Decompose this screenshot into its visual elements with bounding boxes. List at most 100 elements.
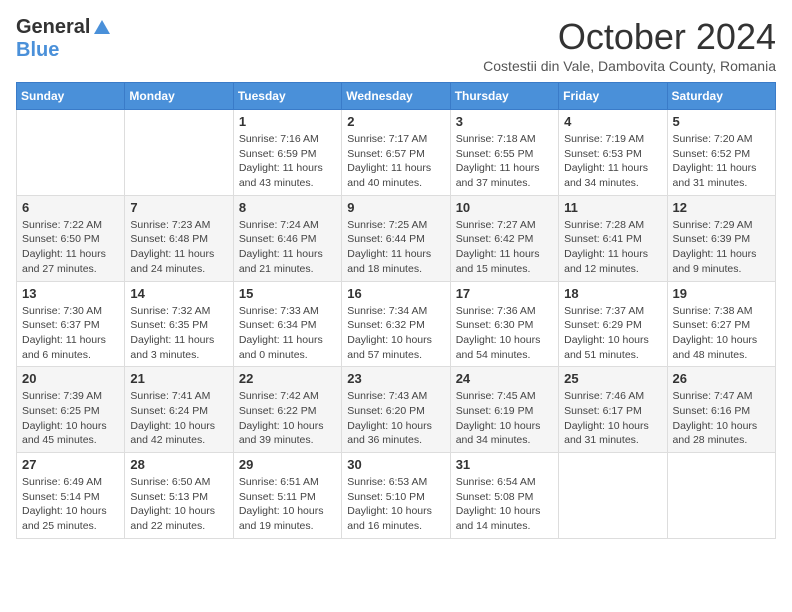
day-info: Sunrise: 7:42 AMSunset: 6:22 PMDaylight:…	[239, 389, 336, 448]
day-number: 25	[564, 371, 661, 386]
calendar-day-cell: 4 Sunrise: 7:19 AMSunset: 6:53 PMDaylight…	[559, 110, 667, 196]
day-number: 20	[22, 371, 119, 386]
calendar-day-cell: 19Sunrise: 7:38 AMSunset: 6:27 PMDayligh…	[667, 281, 775, 367]
day-info: Sunrise: 7:27 AMSunset: 6:42 PMDaylight:…	[456, 218, 553, 277]
day-info: Sunrise: 7:25 AMSunset: 6:44 PMDaylight:…	[347, 218, 444, 277]
calendar-day-cell: 26 Sunrise: 7:47 AMSunset: 6:16 PMDayligh…	[667, 367, 775, 453]
day-number: 31	[456, 457, 553, 472]
day-info: Sunrise: 7:28 AMSunset: 6:41 PMDaylight:…	[564, 218, 661, 277]
day-info: Sunrise: 7:16 AMSunset: 6:59 PMDaylight:…	[239, 132, 336, 191]
calendar-day-cell: 18Sunrise: 7:37 AMSunset: 6:29 PMDayligh…	[559, 281, 667, 367]
calendar-day-cell: 29Sunrise: 6:51 AMSunset: 5:11 PMDayligh…	[233, 453, 341, 539]
logo-icon	[92, 18, 112, 38]
calendar-day-cell: 3 Sunrise: 7:18 AMSunset: 6:55 PMDaylight…	[450, 110, 558, 196]
day-number: 24	[456, 371, 553, 386]
day-number: 27	[22, 457, 119, 472]
day-of-week-header: Monday	[125, 83, 233, 110]
calendar-week-row: 27 Sunrise: 6:49 AMSunset: 5:14 PMDayligh…	[17, 453, 776, 539]
day-number: 21	[130, 371, 227, 386]
day-number: 26	[673, 371, 770, 386]
day-number: 30	[347, 457, 444, 472]
calendar-day-cell: 2Sunrise: 7:17 AMSunset: 6:57 PMDaylight…	[342, 110, 450, 196]
day-info: Sunrise: 6:49 AMSunset: 5:14 PMDaylight:…	[22, 475, 119, 534]
day-info: Sunrise: 7:38 AMSunset: 6:27 PMDaylight:…	[673, 304, 770, 363]
day-number: 9	[347, 200, 444, 215]
title-section: October 2024 Costestii din Vale, Dambovi…	[483, 16, 776, 74]
day-number: 3	[456, 114, 553, 129]
day-number: 22	[239, 371, 336, 386]
calendar-day-cell	[17, 110, 125, 196]
calendar-day-cell: 16Sunrise: 7:34 AMSunset: 6:32 PMDayligh…	[342, 281, 450, 367]
day-info: Sunrise: 7:36 AMSunset: 6:30 PMDaylight:…	[456, 304, 553, 363]
day-number: 17	[456, 286, 553, 301]
calendar-day-cell	[667, 453, 775, 539]
logo-blue-text: Blue	[16, 39, 59, 62]
day-info: Sunrise: 7:46 AMSunset: 6:17 PMDaylight:…	[564, 389, 661, 448]
day-info: Sunrise: 7:32 AMSunset: 6:35 PMDaylight:…	[130, 304, 227, 363]
calendar-day-cell: 23Sunrise: 7:43 AMSunset: 6:20 PMDayligh…	[342, 367, 450, 453]
day-number: 15	[239, 286, 336, 301]
day-number: 7	[130, 200, 227, 215]
day-number: 29	[239, 457, 336, 472]
day-info: Sunrise: 7:30 AMSunset: 6:37 PMDaylight:…	[22, 304, 119, 363]
calendar-day-cell: 22 Sunrise: 7:42 AMSunset: 6:22 PMDayligh…	[233, 367, 341, 453]
day-number: 5	[673, 114, 770, 129]
calendar-day-cell: 12 Sunrise: 7:29 AMSunset: 6:39 PMDayligh…	[667, 195, 775, 281]
day-info: Sunrise: 6:54 AMSunset: 5:08 PMDaylight:…	[456, 475, 553, 534]
day-number: 1	[239, 114, 336, 129]
day-info: Sunrise: 7:18 AMSunset: 6:55 PMDaylight:…	[456, 132, 553, 191]
calendar-week-row: 6 Sunrise: 7:22 AMSunset: 6:50 PMDaylight…	[17, 195, 776, 281]
calendar-day-cell: 6 Sunrise: 7:22 AMSunset: 6:50 PMDaylight…	[17, 195, 125, 281]
calendar-day-cell: 28 Sunrise: 6:50 AMSunset: 5:13 PMDayligh…	[125, 453, 233, 539]
day-info: Sunrise: 7:19 AMSunset: 6:53 PMDaylight:…	[564, 132, 661, 191]
day-info: Sunrise: 6:50 AMSunset: 5:13 PMDaylight:…	[130, 475, 227, 534]
day-number: 28	[130, 457, 227, 472]
day-number: 11	[564, 200, 661, 215]
calendar-day-cell: 9 Sunrise: 7:25 AMSunset: 6:44 PMDaylight…	[342, 195, 450, 281]
calendar-day-cell: 27 Sunrise: 6:49 AMSunset: 5:14 PMDayligh…	[17, 453, 125, 539]
day-info: Sunrise: 7:45 AMSunset: 6:19 PMDaylight:…	[456, 389, 553, 448]
calendar-day-cell: 8Sunrise: 7:24 AMSunset: 6:46 PMDaylight…	[233, 195, 341, 281]
day-info: Sunrise: 7:37 AMSunset: 6:29 PMDaylight:…	[564, 304, 661, 363]
calendar-header-row: SundayMondayTuesdayWednesdayThursdayFrid…	[17, 83, 776, 110]
day-info: Sunrise: 7:29 AMSunset: 6:39 PMDaylight:…	[673, 218, 770, 277]
day-number: 8	[239, 200, 336, 215]
day-info: Sunrise: 7:33 AMSunset: 6:34 PMDaylight:…	[239, 304, 336, 363]
day-info: Sunrise: 6:53 AMSunset: 5:10 PMDaylight:…	[347, 475, 444, 534]
calendar-week-row: 1 Sunrise: 7:16 AMSunset: 6:59 PMDaylight…	[17, 110, 776, 196]
day-number: 4	[564, 114, 661, 129]
logo-general-text: General	[16, 16, 90, 39]
calendar-day-cell	[559, 453, 667, 539]
location-subtitle: Costestii din Vale, Dambovita County, Ro…	[483, 58, 776, 74]
calendar-week-row: 20 Sunrise: 7:39 AMSunset: 6:25 PMDayligh…	[17, 367, 776, 453]
day-info: Sunrise: 7:39 AMSunset: 6:25 PMDaylight:…	[22, 389, 119, 448]
day-number: 23	[347, 371, 444, 386]
day-info: Sunrise: 7:22 AMSunset: 6:50 PMDaylight:…	[22, 218, 119, 277]
calendar-table: SundayMondayTuesdayWednesdayThursdayFrid…	[16, 82, 776, 539]
day-of-week-header: Tuesday	[233, 83, 341, 110]
day-number: 6	[22, 200, 119, 215]
day-of-week-header: Sunday	[17, 83, 125, 110]
day-number: 14	[130, 286, 227, 301]
day-info: Sunrise: 7:34 AMSunset: 6:32 PMDaylight:…	[347, 304, 444, 363]
calendar-day-cell: 5Sunrise: 7:20 AMSunset: 6:52 PMDaylight…	[667, 110, 775, 196]
calendar-day-cell: 7 Sunrise: 7:23 AMSunset: 6:48 PMDaylight…	[125, 195, 233, 281]
calendar-day-cell: 11 Sunrise: 7:28 AMSunset: 6:41 PMDayligh…	[559, 195, 667, 281]
calendar-day-cell: 20 Sunrise: 7:39 AMSunset: 6:25 PMDayligh…	[17, 367, 125, 453]
day-info: Sunrise: 7:41 AMSunset: 6:24 PMDaylight:…	[130, 389, 227, 448]
calendar-day-cell	[125, 110, 233, 196]
day-info: Sunrise: 7:47 AMSunset: 6:16 PMDaylight:…	[673, 389, 770, 448]
calendar-week-row: 13 Sunrise: 7:30 AMSunset: 6:37 PMDayligh…	[17, 281, 776, 367]
day-number: 13	[22, 286, 119, 301]
day-info: Sunrise: 7:17 AMSunset: 6:57 PMDaylight:…	[347, 132, 444, 191]
calendar-day-cell: 24 Sunrise: 7:45 AMSunset: 6:19 PMDayligh…	[450, 367, 558, 453]
calendar-day-cell: 30 Sunrise: 6:53 AMSunset: 5:10 PMDayligh…	[342, 453, 450, 539]
logo: General Blue	[16, 16, 112, 62]
day-info: Sunrise: 7:23 AMSunset: 6:48 PMDaylight:…	[130, 218, 227, 277]
day-number: 12	[673, 200, 770, 215]
month-title: October 2024	[483, 16, 776, 58]
day-of-week-header: Saturday	[667, 83, 775, 110]
calendar-day-cell: 25 Sunrise: 7:46 AMSunset: 6:17 PMDayligh…	[559, 367, 667, 453]
day-number: 10	[456, 200, 553, 215]
page-header: General Blue October 2024 Costestii din …	[16, 16, 776, 74]
